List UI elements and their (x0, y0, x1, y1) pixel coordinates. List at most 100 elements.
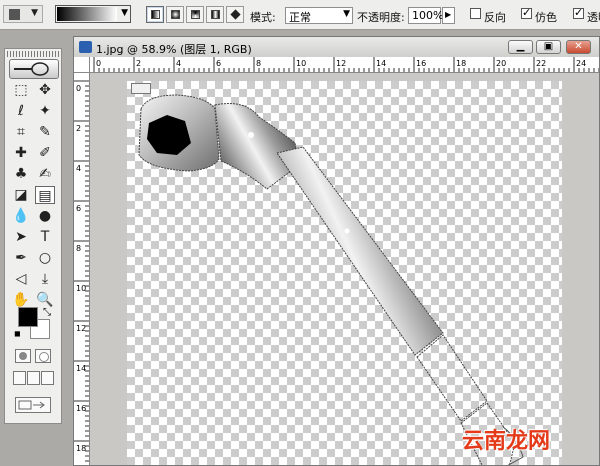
ruler-tick-label: 24 (576, 59, 586, 68)
canvas-margin-top (90, 73, 599, 81)
chevron-down-icon: ▼ (343, 9, 350, 19)
standard-mode-button[interactable] (15, 349, 31, 363)
linear-gradient-icon (151, 10, 160, 19)
dither-label: 仿色 (535, 11, 557, 24)
ruler-tick-label: 20 (496, 59, 506, 68)
ruler-tick-label: 8 (256, 59, 261, 68)
slice-tool-icon[interactable]: ✎ (35, 123, 55, 141)
angle-gradient-icon (191, 10, 200, 19)
opacity-label: 不透明度: (357, 11, 405, 24)
chevron-right-icon: ▶ (445, 10, 452, 19)
opacity-slider-button[interactable]: ▶ (442, 7, 455, 24)
type-tool-icon[interactable]: T (35, 228, 55, 246)
ruler-tick-label: 22 (536, 59, 546, 68)
foreground-color-swatch[interactable] (18, 307, 38, 327)
jump-to-imageready-button[interactable] (15, 397, 51, 413)
maximize-button[interactable]: ▣ (536, 40, 561, 54)
vertical-ruler-ticks: 0 2 4 6 8 10 12 14 16 18 (74, 80, 89, 462)
gradient-tool-preset-icon (9, 9, 20, 20)
lasso-tool-icon[interactable]: ℓ (11, 102, 31, 120)
chevron-down-icon: ▼ (121, 8, 128, 18)
screen-mode-standard-button[interactable] (13, 371, 26, 385)
reverse-checkbox[interactable] (470, 8, 481, 19)
healing-brush-tool-icon[interactable]: ✚ (11, 144, 31, 162)
radial-gradient-icon (171, 10, 180, 19)
marquee-tool-icon[interactable]: ⬚ (11, 81, 31, 99)
eyedropper-tool-icon[interactable]: ⤓ (35, 270, 55, 288)
opacity-input[interactable]: 100% (408, 7, 443, 24)
pen-tool-icon[interactable]: ✒ (11, 249, 31, 267)
watermark-text: 云南龙网 (462, 429, 551, 454)
screen-mode-full-button[interactable] (41, 371, 54, 385)
dodge-tool-icon[interactable]: ● (35, 207, 55, 225)
ruler-tick-label: 2 (136, 59, 141, 68)
wrench-artwork (138, 94, 524, 465)
eraser-tool-icon[interactable]: ◪ (11, 186, 31, 204)
ruler-tick-label: 10 (296, 59, 306, 68)
feather-icon (14, 62, 49, 76)
maximize-icon: ▣ (543, 41, 554, 52)
vertical-ruler[interactable]: 0 2 4 6 8 10 12 14 16 18 (74, 73, 90, 465)
gradient-swatch (57, 7, 117, 21)
ruler-tick-label: 14 (376, 59, 386, 68)
ruler-tick-label: 6 (216, 59, 221, 68)
quick-mask-icon (39, 352, 49, 362)
dither-checkbox[interactable]: ✓ (521, 6, 532, 19)
chevron-down-icon: ▼ (31, 8, 38, 18)
move-tool-icon[interactable]: ✥ (35, 81, 55, 99)
swap-colors-icon[interactable]: ⤡ (43, 307, 51, 318)
reflected-gradient-button[interactable] (206, 6, 224, 23)
ruler-tick-label: 10 (76, 284, 86, 293)
ruler-tick-label: 2 (76, 124, 81, 133)
ruler-tick-label: 18 (76, 444, 86, 453)
photoshop-logo[interactable] (9, 59, 59, 79)
imageready-icon (18, 400, 45, 410)
default-colors-icon[interactable]: ◼ (14, 329, 21, 338)
screen-mode-full-menu-button[interactable] (27, 371, 40, 385)
magic-wand-tool-icon[interactable]: ✦ (35, 102, 55, 120)
ruler-origin[interactable] (74, 57, 90, 73)
shape-tool-icon[interactable]: ○ (35, 249, 55, 267)
blur-tool-icon[interactable]: 💧 (11, 207, 31, 225)
diamond-gradient-button[interactable] (226, 6, 244, 23)
gradient-tool-icon[interactable]: ▤ (35, 186, 55, 204)
ruler-tick-label: 16 (416, 59, 426, 68)
brush-tool-icon[interactable]: ✐ (35, 144, 55, 162)
ruler-tick-label: 16 (76, 404, 86, 413)
notes-tool-icon[interactable]: ◁ (11, 270, 31, 288)
ruler-tick-label: 12 (336, 59, 346, 68)
diamond-gradient-icon (230, 9, 241, 20)
transparency-checkbox[interactable]: ✓ (573, 6, 584, 19)
crop-tool-icon[interactable]: ⌗ (11, 123, 31, 141)
transparency-label: 透明 (587, 11, 600, 24)
minimize-button[interactable]: ▁ (508, 40, 533, 54)
toolbox-grip[interactable] (7, 51, 59, 57)
path-selection-tool-icon[interactable]: ➤ (11, 228, 31, 246)
quick-mask-button[interactable] (35, 349, 51, 363)
linear-gradient-button[interactable] (146, 6, 164, 23)
horizontal-ruler[interactable]: 024681012141618202224262830 (90, 57, 599, 73)
reflected-gradient-icon (211, 10, 220, 19)
standard-mode-icon (19, 352, 27, 360)
options-bar: ▼ ▼ 模式: 正常 ▼ 不透明度: 100% ▶ 反向 ✓ 仿色 ✓ 透明 (0, 0, 600, 30)
clone-stamp-tool-icon[interactable]: ♣ (11, 165, 31, 183)
close-button[interactable]: ✕ (566, 40, 591, 54)
ruler-tick-label: 4 (176, 59, 181, 68)
ruler-tick-label: 4 (76, 164, 81, 173)
angle-gradient-button[interactable] (186, 6, 204, 23)
toolbox: ⬚ ✥ ℓ ✦ ⌗ ✎ ✚ ✐ ♣ ✍ ◪ ▤ 💧 ● ➤ T ✒ ○ ◁ ⤓ ✋ 🔍 ⤡ ◼ (4, 48, 62, 424)
mode-label: 模式: (250, 11, 276, 24)
checkmark-icon: ✓ (522, 6, 532, 19)
reverse-label: 反向 (484, 11, 506, 24)
horizontal-ruler-ticks: 024681012141618202224262830 (93, 57, 599, 72)
document-titlebar[interactable]: 1.jpg @ 58.9% (图层 1, RGB) ▁ ▣ ✕ (74, 37, 599, 58)
history-brush-tool-icon[interactable]: ✍ (35, 165, 55, 183)
image-canvas[interactable] (127, 81, 562, 465)
document-icon (79, 41, 92, 53)
radial-gradient-button[interactable] (166, 6, 184, 23)
mode-select[interactable]: 正常 ▼ (285, 7, 353, 24)
canvas-margin-right (562, 73, 599, 465)
tool-preset-picker[interactable]: ▼ (3, 5, 43, 23)
gradient-picker[interactable]: ▼ (55, 5, 131, 23)
ruler-tick-label: 18 (456, 59, 466, 68)
